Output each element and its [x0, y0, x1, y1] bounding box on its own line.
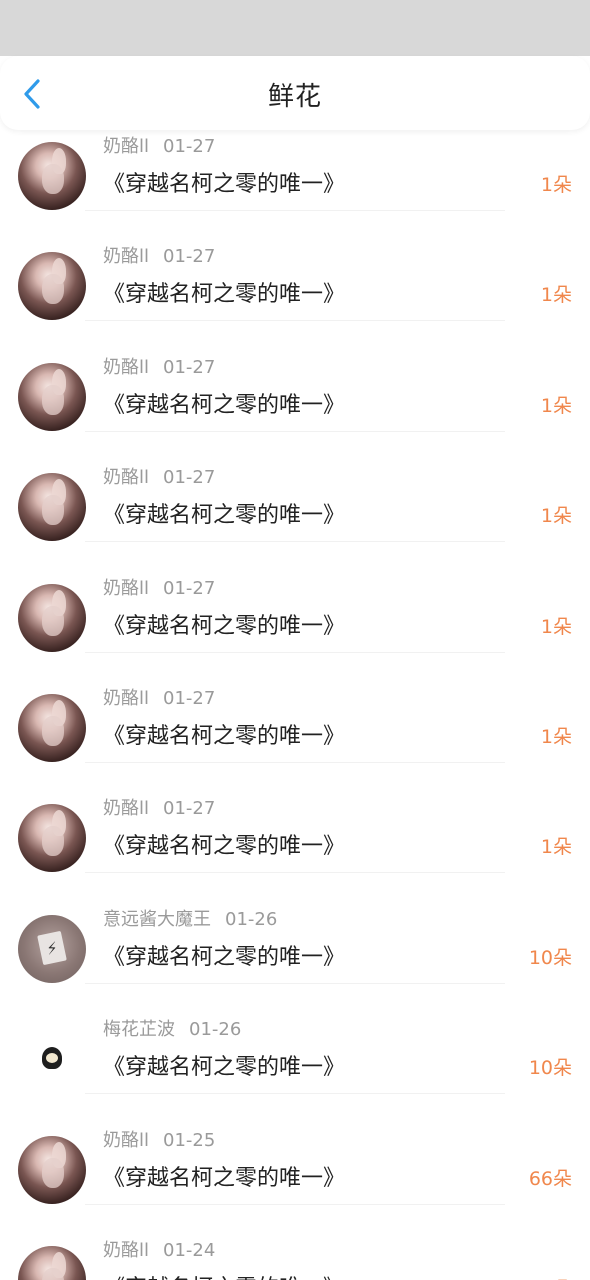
book-title[interactable]: 《穿越名柯之零的唯一》: [103, 1160, 345, 1192]
record-meta: 奶酪ll 01-24: [103, 1236, 215, 1262]
flower-count: 10朵: [528, 947, 572, 969]
avatar[interactable]: [18, 584, 86, 652]
flower-record-row[interactable]: 奶酪ll 01-27 《穿越名柯之零的唯一》 1朵: [0, 120, 590, 230]
sender-name[interactable]: 奶酪ll: [103, 136, 149, 157]
record-date: 01-24: [163, 1240, 216, 1261]
book-title[interactable]: 《穿越名柯之零的唯一》: [103, 1270, 345, 1280]
sender-name[interactable]: 奶酪ll: [103, 246, 149, 267]
record-date: 01-27: [163, 467, 216, 488]
avatar[interactable]: [18, 252, 86, 320]
status-bar: [0, 0, 590, 56]
flower-count: 1朵: [540, 284, 572, 306]
penguin-face-icon: [46, 1053, 58, 1063]
book-title[interactable]: 《穿越名柯之零的唯一》: [103, 166, 345, 198]
sender-name[interactable]: 奶酪ll: [103, 1130, 149, 1151]
record-date: 01-27: [163, 136, 216, 157]
flower-record-list: 奶酪ll 01-27 《穿越名柯之零的唯一》 1朵 奶酪ll 01-27 《穿越名柯之零的唯…: [0, 0, 590, 1280]
flower-count: 1朵: [540, 616, 572, 638]
header-bar: 鲜花: [0, 56, 590, 130]
avatar[interactable]: [18, 1136, 86, 1204]
book-title[interactable]: 《穿越名柯之零的唯一》: [103, 497, 345, 529]
avatar[interactable]: [18, 1246, 86, 1280]
record-date: 01-27: [163, 688, 216, 709]
record-meta: 奶酪ll 01-27: [103, 242, 215, 268]
record-meta: 奶酪ll 01-27: [103, 463, 215, 489]
row-divider: [85, 1093, 505, 1094]
record-date: 01-27: [163, 578, 216, 599]
record-date: 01-27: [163, 357, 216, 378]
flower-record-row[interactable]: 奶酪ll 01-27 《穿越名柯之零的唯一》 1朵: [0, 451, 590, 561]
page-title: 鲜花: [267, 82, 322, 112]
record-meta: 奶酪ll 01-27: [103, 353, 215, 379]
record-date: 01-25: [163, 1130, 216, 1151]
sender-name[interactable]: 奶酪ll: [103, 1240, 149, 1261]
sender-name[interactable]: 意远酱大魔王: [103, 909, 211, 930]
flower-record-row[interactable]: 奶酪ll 01-27 《穿越名柯之零的唯一》 1朵: [0, 672, 590, 782]
record-meta: 奶酪ll 01-27: [103, 684, 215, 710]
flower-count: 1朵: [540, 395, 572, 417]
row-divider: [85, 983, 505, 984]
row-divider: [85, 431, 505, 432]
row-divider: [85, 1204, 505, 1205]
flower-record-row[interactable]: 奶酪ll 01-27 《穿越名柯之零的唯一》 1朵: [0, 230, 590, 340]
record-date: 01-27: [163, 798, 216, 819]
record-meta: 奶酪ll 01-27: [103, 794, 215, 820]
flower-record-row[interactable]: 奶酪ll 01-25 《穿越名柯之零的唯一》 66朵: [0, 1114, 590, 1224]
flower-count: 1朵: [540, 726, 572, 748]
row-divider: [85, 210, 505, 211]
record-date: 01-26: [225, 909, 278, 930]
flower-record-row[interactable]: 梅花芷波 01-26 《穿越名柯之零的唯一》 10朵: [0, 1003, 590, 1113]
sender-name[interactable]: 奶酪ll: [103, 357, 149, 378]
avatar[interactable]: [18, 473, 86, 541]
record-meta: 奶酪ll 01-27: [103, 132, 215, 158]
flower-record-row[interactable]: ⚡ 意远酱大魔王 01-26 《穿越名柯之零的唯一》 10朵: [0, 893, 590, 1003]
book-title[interactable]: 《穿越名柯之零的唯一》: [103, 1049, 345, 1081]
flower-count: 1朵: [540, 505, 572, 527]
avatar[interactable]: [18, 363, 86, 431]
record-meta: 奶酪ll 01-25: [103, 1126, 215, 1152]
row-divider: [85, 652, 505, 653]
sender-name[interactable]: 奶酪ll: [103, 578, 149, 599]
record-meta: 意远酱大魔王 01-26: [103, 905, 277, 931]
flower-record-row[interactable]: 奶酪ll 01-27 《穿越名柯之零的唯一》 1朵: [0, 562, 590, 672]
flower-count: 10朵: [528, 1057, 572, 1079]
record-meta: 梅花芷波 01-26: [103, 1015, 241, 1041]
flower-count: 66朵: [528, 1168, 572, 1190]
flower-count: 1朵: [541, 1274, 572, 1280]
book-title[interactable]: 《穿越名柯之零的唯一》: [103, 828, 345, 860]
flower-count: 1朵: [540, 836, 572, 858]
row-divider: [85, 320, 505, 321]
avatar[interactable]: ⚡: [18, 915, 86, 983]
avatar[interactable]: [18, 142, 86, 210]
row-divider: [85, 762, 505, 763]
row-divider: [85, 872, 505, 873]
sender-name[interactable]: 奶酪ll: [103, 798, 149, 819]
sender-name[interactable]: 梅花芷波: [103, 1019, 175, 1040]
flower-count: 1朵: [540, 174, 572, 196]
book-title[interactable]: 《穿越名柯之零的唯一》: [103, 718, 345, 750]
flower-record-row[interactable]: 奶酪ll 01-24 《穿越名柯之零的唯一》 1朵: [0, 1224, 590, 1280]
lightning-icon: ⚡: [37, 930, 67, 966]
row-divider: [85, 541, 505, 542]
sender-name[interactable]: 奶酪ll: [103, 467, 149, 488]
record-meta: 奶酪ll 01-27: [103, 574, 215, 600]
book-title[interactable]: 《穿越名柯之零的唯一》: [103, 387, 345, 419]
flower-record-row[interactable]: 奶酪ll 01-27 《穿越名柯之零的唯一》 1朵: [0, 782, 590, 892]
book-title[interactable]: 《穿越名柯之零的唯一》: [103, 939, 345, 971]
book-title[interactable]: 《穿越名柯之零的唯一》: [103, 276, 345, 308]
flower-record-row[interactable]: 奶酪ll 01-27 《穿越名柯之零的唯一》 1朵: [0, 341, 590, 451]
sender-name[interactable]: 奶酪ll: [103, 688, 149, 709]
avatar[interactable]: [18, 1025, 86, 1093]
record-date: 01-27: [163, 246, 216, 267]
book-title[interactable]: 《穿越名柯之零的唯一》: [103, 608, 345, 640]
record-date: 01-26: [189, 1019, 242, 1040]
avatar[interactable]: [18, 804, 86, 872]
avatar[interactable]: [18, 694, 86, 762]
